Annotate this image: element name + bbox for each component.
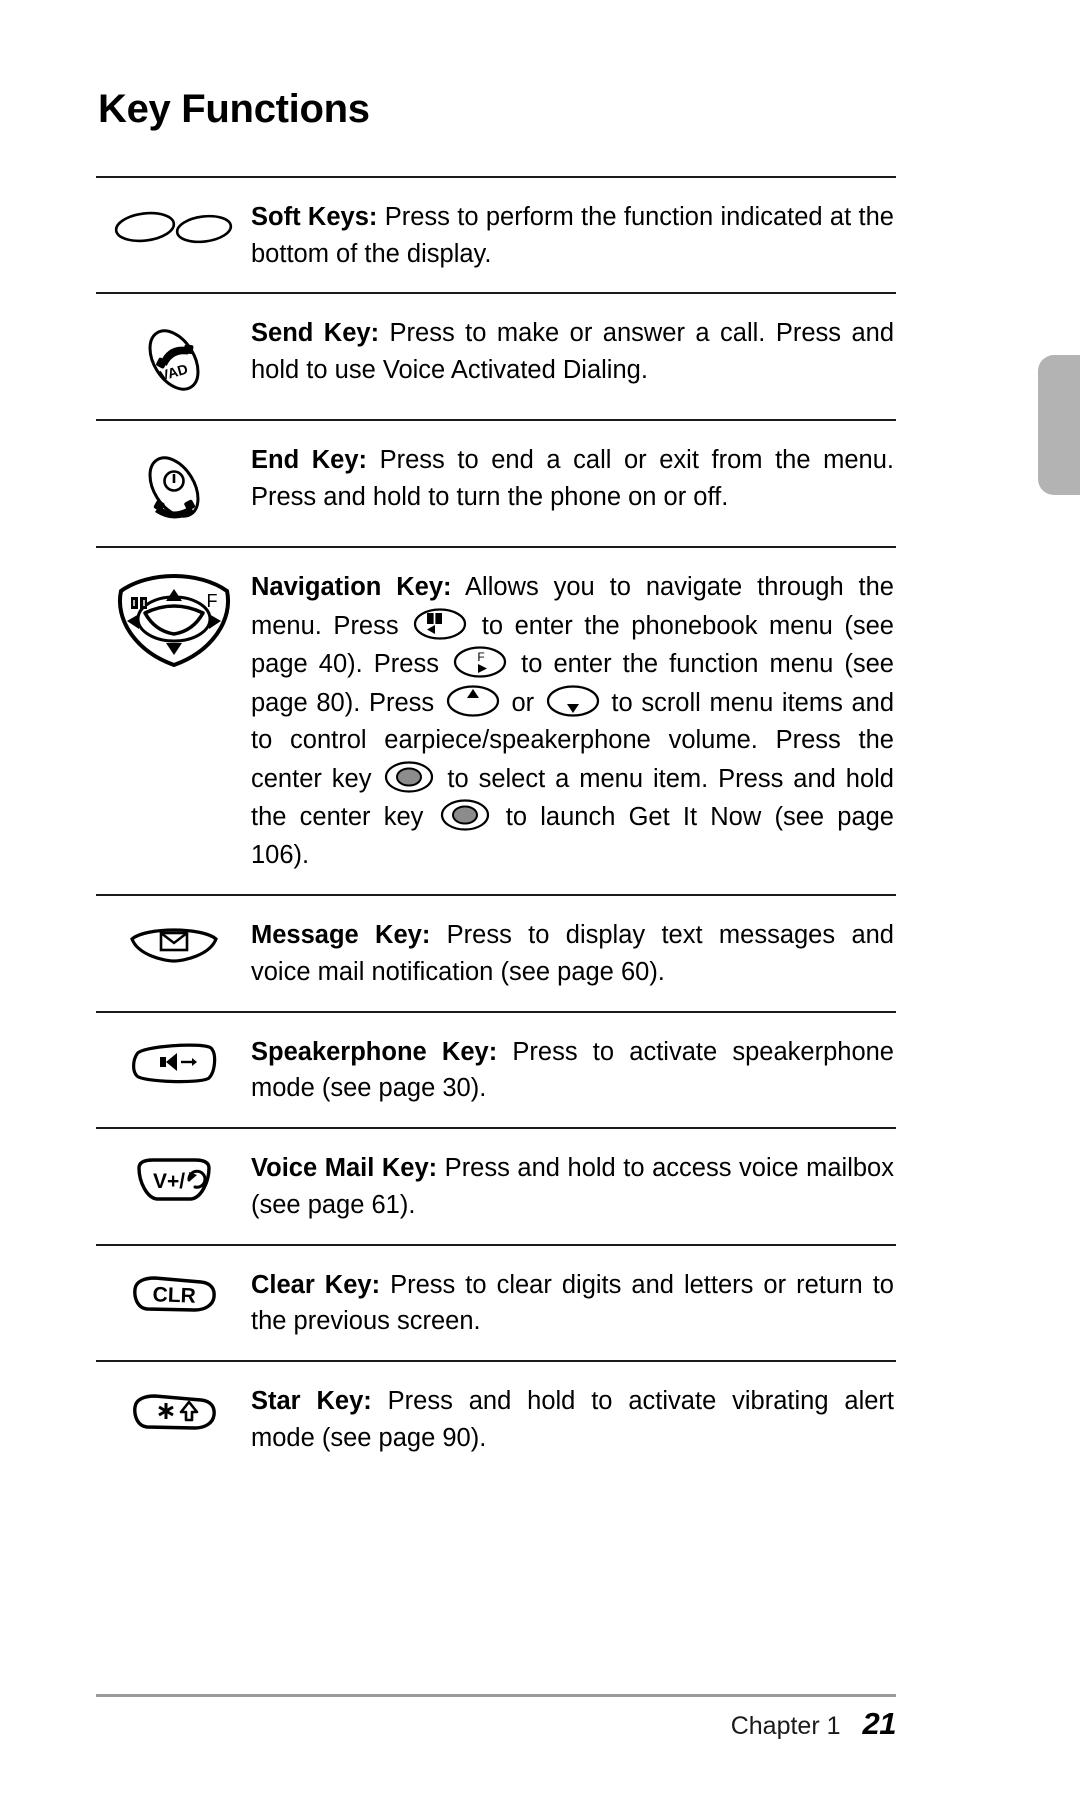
message-key-icon xyxy=(126,923,222,965)
icon-cell: VAD xyxy=(96,315,251,399)
icon-cell xyxy=(96,199,251,249)
key-row-send-key: VAD Send Key: Press to make or answer a … xyxy=(96,294,896,419)
clear-key-icon-label: CLR xyxy=(152,1283,196,1307)
nav-text-segment-4: or xyxy=(502,688,543,717)
soft-keys-icon xyxy=(114,205,234,249)
key-name-label: Send Key: xyxy=(251,319,380,348)
icon-cell xyxy=(96,1383,251,1435)
key-description: Send Key: Press to make or answer a call… xyxy=(251,315,896,388)
key-name-label: Soft Keys: xyxy=(251,203,378,231)
end-key-icon xyxy=(135,448,213,526)
key-description: Navigation Key: Allows you to navigate t… xyxy=(251,569,896,874)
key-row-soft-keys: Soft Keys: Press to perform the function… xyxy=(96,178,896,292)
clear-key-icon: CLR xyxy=(127,1273,221,1319)
chapter-tab-marker xyxy=(1038,355,1080,495)
key-description: Soft Keys: Press to perform the function… xyxy=(251,199,896,272)
star-key-icon xyxy=(127,1389,221,1435)
page-content: Key Functions Soft Keys: Press to perfor… xyxy=(96,88,896,1477)
key-name-label: Message Key: xyxy=(251,921,431,950)
speakerphone-key-icon xyxy=(127,1040,221,1086)
key-description: Voice Mail Key: Press and hold to access… xyxy=(251,1150,896,1223)
navigation-key-icon: F xyxy=(109,569,239,673)
key-row-end-key: End Key: Press to end a call or exit fro… xyxy=(96,421,896,546)
footer-chapter-label: Chapter 1 xyxy=(730,1712,841,1740)
key-description: Clear Key: Press to clear digits and let… xyxy=(251,1267,896,1340)
asterisk-glyph xyxy=(157,1403,174,1420)
shift-up-arrow-glyph xyxy=(179,1400,198,1422)
page-title: Key Functions xyxy=(98,87,370,131)
footer-divider xyxy=(96,1694,896,1697)
document-page: Key Functions Soft Keys: Press to perfor… xyxy=(0,0,1080,1800)
key-description: Star Key: Press and hold to activate vib… xyxy=(251,1383,896,1456)
scroll-down-key-glyph xyxy=(546,684,600,718)
key-name-label: Navigation Key: xyxy=(251,573,452,602)
key-row-speakerphone-key: Speakerphone Key: Press to activate spea… xyxy=(96,1013,896,1127)
key-description: Message Key: Press to display text messa… xyxy=(251,917,896,990)
key-description: End Key: Press to end a call or exit fro… xyxy=(251,442,896,515)
key-row-clear-key: CLR Clear Key: Press to clear digits and… xyxy=(96,1246,896,1360)
key-row-navigation-key: F Navigation Key: Allows you to navigate… xyxy=(96,548,896,894)
key-name-label: Clear Key: xyxy=(251,1270,381,1299)
icon-cell xyxy=(96,1034,251,1086)
scroll-up-key-glyph xyxy=(446,684,500,718)
voice-mail-key-icon-label: V+/ xyxy=(152,1170,184,1193)
key-name-label: Star Key: xyxy=(251,1387,372,1416)
function-key-letter: F xyxy=(206,591,217,611)
icon-cell: F xyxy=(96,569,251,673)
key-row-star-key: Star Key: Press and hold to activate vib… xyxy=(96,1362,896,1476)
key-name-label: Voice Mail Key: xyxy=(251,1154,438,1183)
icon-cell xyxy=(96,442,251,526)
key-description: Speakerphone Key: Press to activate spea… xyxy=(251,1034,896,1107)
center-key-glyph xyxy=(384,760,434,794)
key-row-message-key: Message Key: Press to display text messa… xyxy=(96,896,896,1010)
icon-cell: V+/ xyxy=(96,1150,251,1204)
key-name-label: Speakerphone Key: xyxy=(251,1037,498,1066)
phonebook-key-glyph xyxy=(413,607,467,641)
center-key-glyph xyxy=(440,798,490,832)
page-footer: Chapter 1 21 xyxy=(96,1706,897,1742)
icon-cell xyxy=(96,917,251,965)
function-key-glyph: F xyxy=(453,645,507,679)
key-name-label: End Key: xyxy=(251,446,368,475)
function-key-glyph-letter: F xyxy=(477,650,484,664)
footer-page-number: 21 xyxy=(862,1706,897,1741)
send-key-icon: VAD xyxy=(135,321,213,399)
key-row-voice-mail-key: V+/ Voice Mail Key: Press and hold to ac… xyxy=(96,1129,896,1243)
voice-mail-key-icon: V+/ xyxy=(129,1156,219,1204)
icon-cell: CLR xyxy=(96,1267,251,1319)
